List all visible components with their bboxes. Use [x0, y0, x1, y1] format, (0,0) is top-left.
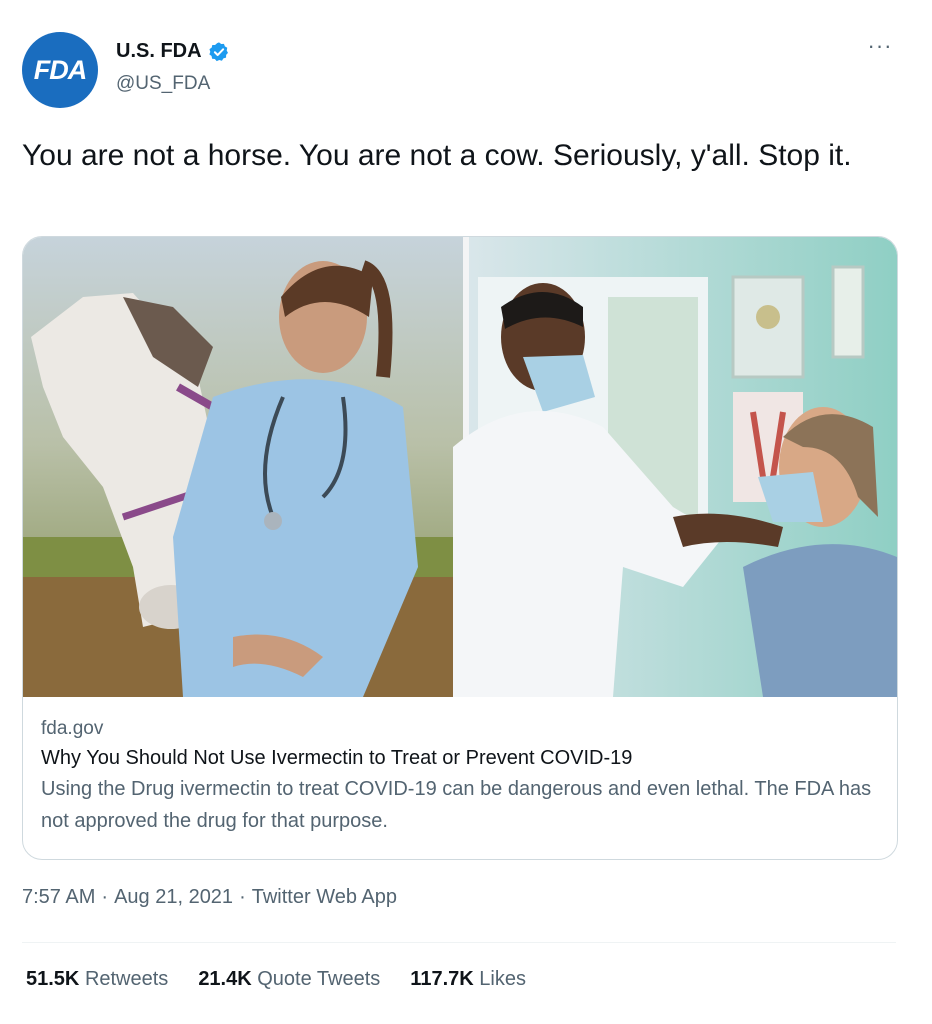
tweet-meta: 7:57 AM · Aug 21, 2021 · Twitter Web App — [22, 886, 397, 909]
author-name-text: U.S. FDA — [116, 40, 202, 62]
quote-tweets-stat[interactable]: 21.4K Quote Tweets — [198, 968, 380, 991]
tweet-text: You are not a horse. You are not a cow. … — [22, 139, 852, 172]
tweet-time[interactable]: 7:57 AM — [22, 886, 95, 909]
quote-tweets-count: 21.4K — [198, 968, 252, 990]
card-domain: fda.gov — [41, 718, 104, 739]
card-image-left — [23, 237, 463, 697]
meta-separator: · — [239, 886, 246, 908]
likes-stat[interactable]: 117.7K Likes — [410, 968, 526, 991]
likes-count: 117.7K — [410, 968, 474, 990]
card-image-right — [453, 237, 897, 697]
author-handle[interactable]: @US_FDA — [116, 73, 210, 95]
tweet: FDA U.S. FDA @US_FDA ··· You are not a h… — [0, 0, 932, 1024]
retweets-label: Retweets — [84, 968, 169, 990]
avatar-logo-text: FDA — [33, 54, 87, 85]
retweets-stat[interactable]: 51.5K Retweets — [26, 968, 168, 991]
likes-label: Likes — [479, 968, 526, 990]
card-body: fda.gov Why You Should Not Use Ivermecti… — [41, 715, 881, 837]
more-options-icon[interactable]: ··· — [862, 35, 898, 64]
tweet-date[interactable]: Aug 21, 2021 — [114, 886, 233, 909]
verified-badge-icon — [208, 41, 230, 63]
avatar[interactable]: FDA — [22, 32, 98, 108]
author-name[interactable]: U.S. FDA — [116, 40, 230, 63]
quote-tweets-label: Quote Tweets — [257, 968, 381, 990]
divider — [22, 942, 896, 943]
meta-separator: · — [101, 886, 109, 908]
tweet-source[interactable]: Twitter Web App — [252, 886, 397, 909]
retweets-count: 51.5K — [26, 968, 80, 990]
card-description: Using the Drug ivermectin to treat COVID… — [41, 778, 872, 832]
link-card[interactable]: fda.gov Why You Should Not Use Ivermecti… — [22, 236, 898, 860]
engagement-stats: 51.5K Retweets 21.4K Quote Tweets 117.7K… — [26, 968, 526, 991]
card-title[interactable]: Why You Should Not Use Ivermectin to Tre… — [41, 743, 881, 773]
card-image[interactable] — [23, 237, 897, 697]
